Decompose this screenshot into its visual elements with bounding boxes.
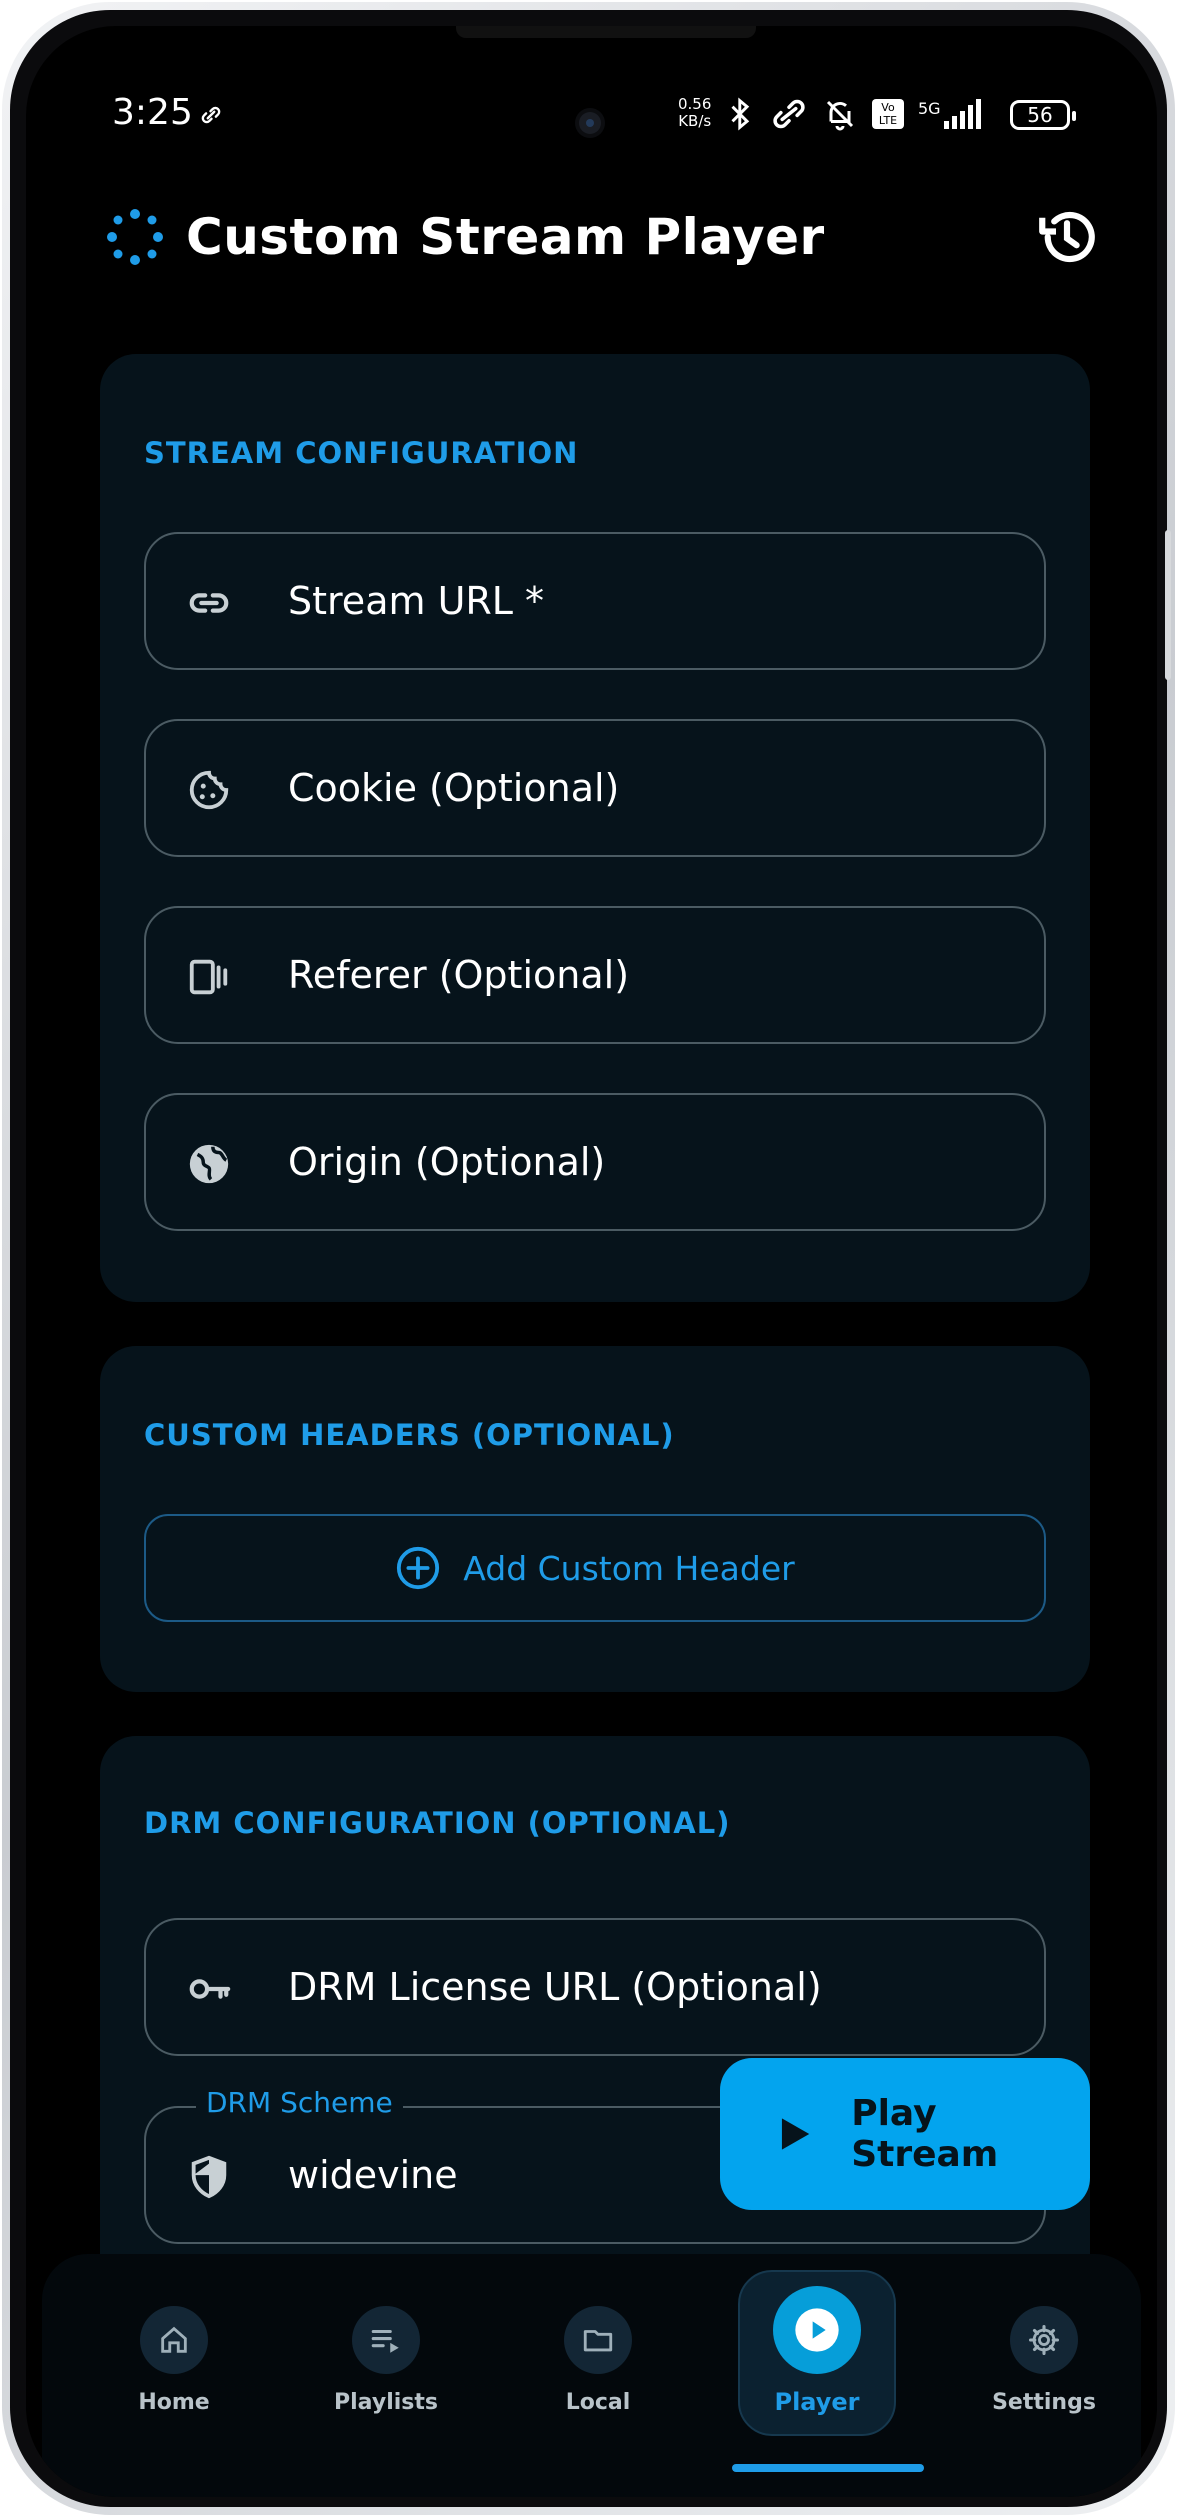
phone-bezel: 3:25 0.56 KB/s Vo LTE 5G 56 Custom Strea… xyxy=(10,10,1171,2507)
section-title-headers: CUSTOM HEADERS (OPTIONAL) xyxy=(144,1418,675,1452)
stream-url-label: Stream URL * xyxy=(288,579,545,623)
page-title: Custom Stream Player xyxy=(186,208,825,266)
play-icon xyxy=(781,2118,810,2150)
speed-unit: KB/s xyxy=(678,112,712,130)
nav-active-indicator xyxy=(732,2464,924,2472)
screen: 3:25 0.56 KB/s Vo LTE 5G 56 Custom Strea… xyxy=(26,26,1157,2497)
section-title-drm: DRM CONFIGURATION (OPTIONAL) xyxy=(144,1806,731,1840)
globe-icon xyxy=(189,1144,229,1184)
drm-scheme-legend: DRM Scheme xyxy=(196,2086,403,2119)
referer-icon xyxy=(189,959,228,995)
nav-playlists-circle xyxy=(352,2306,420,2374)
drm-config-card: DRM CONFIGURATION (OPTIONAL) DRM License… xyxy=(100,1736,1090,2296)
nav-local-circle xyxy=(564,2306,632,2374)
nav-settings-label: Settings xyxy=(992,2390,1096,2415)
nav-home-label: Home xyxy=(138,2390,210,2415)
volte-icon: Vo LTE xyxy=(872,99,904,129)
bluetooth-icon xyxy=(731,97,750,131)
origin-field[interactable]: Origin (Optional) xyxy=(144,1093,1046,1231)
nav-home-circle xyxy=(140,2306,208,2374)
section-title-stream: STREAM CONFIGURATION xyxy=(144,436,579,470)
nav-playlists-label: Playlists xyxy=(334,2390,438,2415)
stream-url-field[interactable]: Stream URL * xyxy=(144,532,1046,670)
nav-player-circle xyxy=(773,2286,861,2374)
shield-icon xyxy=(191,2155,227,2199)
nav-settings[interactable]: Settings xyxy=(964,2284,1124,2444)
bottom-nav: Home Playlists Local Player Settings xyxy=(42,2254,1141,2497)
add-circle-icon xyxy=(397,1546,440,1590)
link-status-icon xyxy=(201,106,221,124)
origin-label: Origin (Optional) xyxy=(288,1140,606,1184)
cookie-icon xyxy=(189,770,229,810)
referer-field[interactable]: Referer (Optional) xyxy=(144,906,1046,1044)
cookie-label: Cookie (Optional) xyxy=(288,766,620,810)
cookie-field[interactable]: Cookie (Optional) xyxy=(144,719,1046,857)
stream-config-card: STREAM CONFIGURATION Stream URL * Cookie… xyxy=(100,354,1090,1302)
front-camera xyxy=(579,112,601,134)
playlist-icon xyxy=(371,2329,399,2353)
referer-label: Referer (Optional) xyxy=(288,953,630,997)
network-type: 5G xyxy=(918,99,941,118)
hotspot-link-icon xyxy=(773,99,805,129)
bell-off-icon xyxy=(826,100,854,131)
key-icon xyxy=(189,1979,231,1999)
network-speed: 0.56 KB/s xyxy=(678,96,711,130)
drm-license-label: DRM License URL (Optional) xyxy=(288,1965,822,2009)
nav-local-label: Local xyxy=(565,2390,631,2415)
speed-value: 0.56 xyxy=(678,95,712,113)
play-circle-icon xyxy=(795,2308,839,2352)
nav-player-label: Player xyxy=(774,2388,860,2416)
play-stream-label: Play Stream xyxy=(851,2093,999,2175)
status-time: 3:25 xyxy=(112,92,193,133)
add-custom-header-label: Add Custom Header xyxy=(463,1548,795,1588)
nav-player[interactable]: Player xyxy=(738,2270,896,2436)
drm-scheme-value: widevine xyxy=(288,2153,458,2197)
status-icons: Vo LTE 5G xyxy=(726,96,982,132)
signal-icon xyxy=(943,99,981,129)
link-icon xyxy=(189,593,229,613)
drm-license-field[interactable]: DRM License URL (Optional) xyxy=(144,1918,1046,2056)
phone-frame: 3:25 0.56 KB/s Vo LTE 5G 56 Custom Strea… xyxy=(2,2,1175,2515)
status-bar: 3:25 0.56 KB/s Vo LTE 5G 56 xyxy=(26,26,1157,146)
add-custom-header-button[interactable]: Add Custom Header xyxy=(144,1514,1046,1622)
nav-playlists[interactable]: Playlists xyxy=(306,2284,466,2444)
home-icon xyxy=(161,2326,187,2353)
gear-icon xyxy=(1028,2324,1060,2356)
history-icon[interactable] xyxy=(1034,204,1100,270)
battery-icon: 56 xyxy=(1010,100,1076,130)
app-logo-icon xyxy=(107,209,163,265)
side-button xyxy=(1165,530,1171,680)
signal-group: 5G xyxy=(918,99,982,129)
nav-local[interactable]: Local xyxy=(518,2284,678,2444)
play-stream-button[interactable]: Play Stream xyxy=(720,2058,1090,2210)
nav-home[interactable]: Home xyxy=(94,2284,254,2444)
folder-icon xyxy=(583,2330,613,2352)
nav-settings-circle xyxy=(1010,2306,1078,2374)
custom-headers-card: CUSTOM HEADERS (OPTIONAL) Add Custom Hea… xyxy=(100,1346,1090,1692)
